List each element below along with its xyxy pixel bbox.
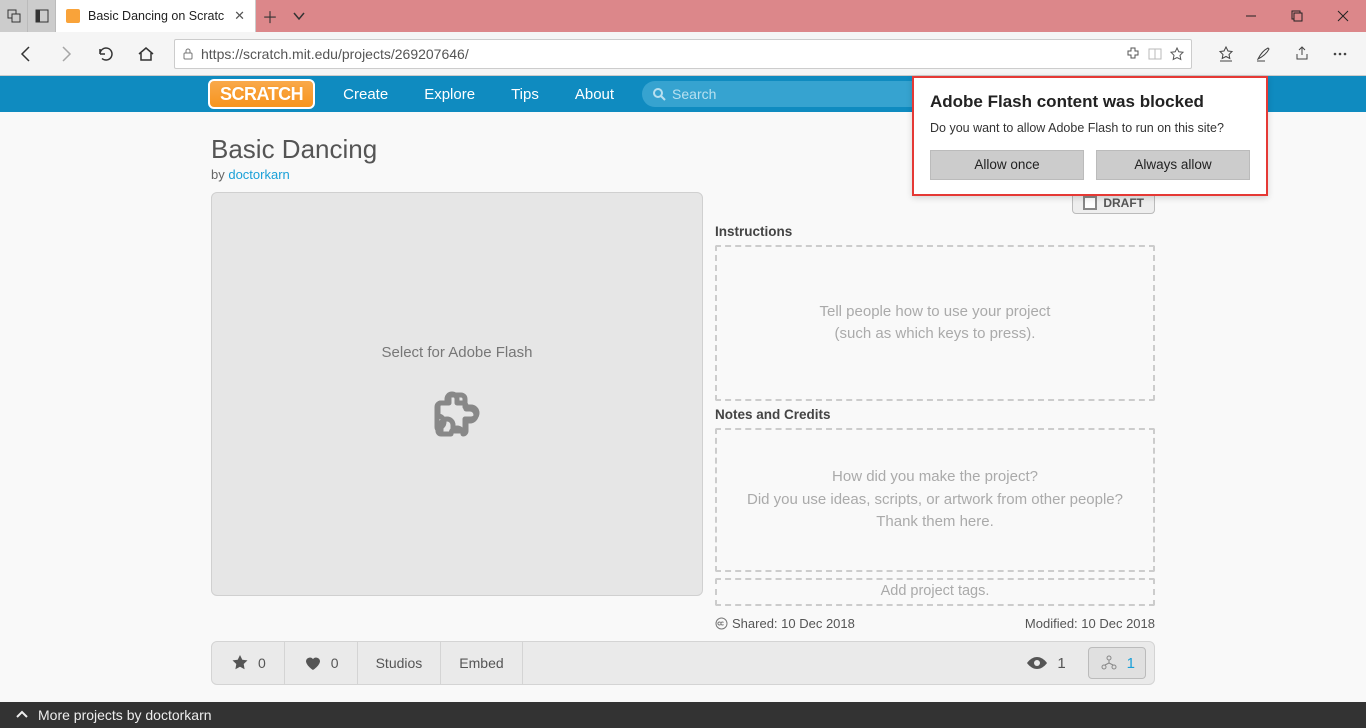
instructions-label: Instructions (715, 224, 1155, 239)
more-projects-bar[interactable]: More projects by doctorkarn (0, 702, 1366, 728)
address-bar[interactable] (174, 39, 1192, 69)
notes-field[interactable]: How did you make the project? Did you us… (715, 428, 1155, 572)
tab-close-icon[interactable]: ✕ (234, 8, 245, 24)
draft-label: DRAFT (1103, 196, 1144, 210)
browser-tab-active[interactable]: Basic Dancing on Scratc ✕ (56, 0, 256, 32)
url-input[interactable] (201, 46, 1119, 62)
instructions-field[interactable]: Tell people how to use your project (suc… (715, 245, 1155, 401)
star-icon (230, 653, 250, 673)
love-count[interactable]: 0 (285, 642, 358, 684)
allow-once-button[interactable]: Allow once (930, 150, 1084, 180)
lock-icon (181, 47, 195, 61)
heart-icon (303, 653, 323, 673)
refresh-icon[interactable] (88, 38, 124, 70)
tab-aside-icon[interactable] (28, 0, 56, 32)
flash-blocked-popup: Adobe Flash content was blocked Do you w… (912, 76, 1268, 196)
favicon-icon (66, 9, 80, 23)
tags-field[interactable]: Add project tags. (715, 578, 1155, 606)
favorites-list-icon[interactable] (1208, 38, 1244, 70)
chevron-up-icon (16, 709, 28, 721)
instructions-placeholder: Tell people how to use your project (suc… (820, 301, 1051, 346)
modified-date: Modified: 10 Dec 2018 (1025, 616, 1155, 631)
flash-select-text: Select for Adobe Flash (382, 344, 533, 361)
home-icon[interactable] (128, 38, 164, 70)
minimize-icon[interactable] (1228, 0, 1274, 32)
popup-title: Adobe Flash content was blocked (930, 92, 1250, 112)
page-body: Basic Dancing by doctorkarn Select for A… (0, 112, 1366, 702)
nav-explore[interactable]: Explore (406, 76, 493, 112)
author-link[interactable]: doctorkarn (228, 167, 289, 182)
share-icon[interactable] (1284, 38, 1320, 70)
draft-checkbox[interactable] (1083, 196, 1097, 210)
notes-label: Notes and Credits (715, 407, 1155, 422)
embed-button[interactable]: Embed (441, 642, 522, 684)
cc-icon (715, 617, 728, 630)
tabs-dropdown-icon[interactable] (292, 9, 306, 23)
search-icon (652, 87, 666, 101)
tab-strip: Basic Dancing on Scratc ✕ ＋ (0, 0, 312, 32)
nav-tips[interactable]: Tips (493, 76, 557, 112)
tab-title: Basic Dancing on Scratc (88, 9, 226, 23)
extension-icon[interactable] (1125, 46, 1141, 62)
star-count[interactable]: 0 (212, 642, 285, 684)
puzzle-icon (425, 381, 489, 445)
forward-icon[interactable] (48, 38, 84, 70)
tags-placeholder: Add project tags. (881, 581, 990, 603)
reading-view-icon[interactable] (1147, 46, 1163, 62)
tab-overview-icon[interactable] (0, 0, 28, 32)
stats-bar: 0 0 Studios Embed 1 1 (211, 641, 1155, 685)
browser-titlebar: Basic Dancing on Scratc ✕ ＋ (0, 0, 1366, 32)
new-tab-icon[interactable]: ＋ (262, 4, 278, 28)
nav-create[interactable]: Create (325, 76, 406, 112)
nav-about[interactable]: About (557, 76, 632, 112)
view-count: 1 (1011, 655, 1079, 672)
popup-body: Do you want to allow Adobe Flash to run … (930, 120, 1250, 138)
tree-icon (1099, 653, 1119, 673)
browser-toolbar (0, 32, 1366, 76)
back-icon[interactable] (8, 38, 44, 70)
favorite-star-icon[interactable] (1169, 46, 1185, 62)
flash-stage[interactable]: Select for Adobe Flash (211, 192, 703, 596)
close-window-icon[interactable] (1320, 0, 1366, 32)
notes-placeholder: How did you make the project? Did you us… (727, 466, 1143, 534)
maximize-icon[interactable] (1274, 0, 1320, 32)
remix-tree-button[interactable]: 1 (1088, 647, 1146, 679)
more-menu-icon[interactable] (1322, 38, 1358, 70)
by-prefix: by (211, 167, 228, 182)
window-controls (1228, 0, 1366, 32)
always-allow-button[interactable]: Always allow (1096, 150, 1250, 180)
scratch-logo[interactable]: SCRATCH (208, 79, 315, 109)
studios-button[interactable]: Studios (358, 642, 442, 684)
eye-icon (1025, 655, 1049, 671)
notes-icon[interactable] (1246, 38, 1282, 70)
more-projects-label: More projects by doctorkarn (38, 707, 212, 723)
shared-date: Shared: 10 Dec 2018 (715, 616, 855, 631)
